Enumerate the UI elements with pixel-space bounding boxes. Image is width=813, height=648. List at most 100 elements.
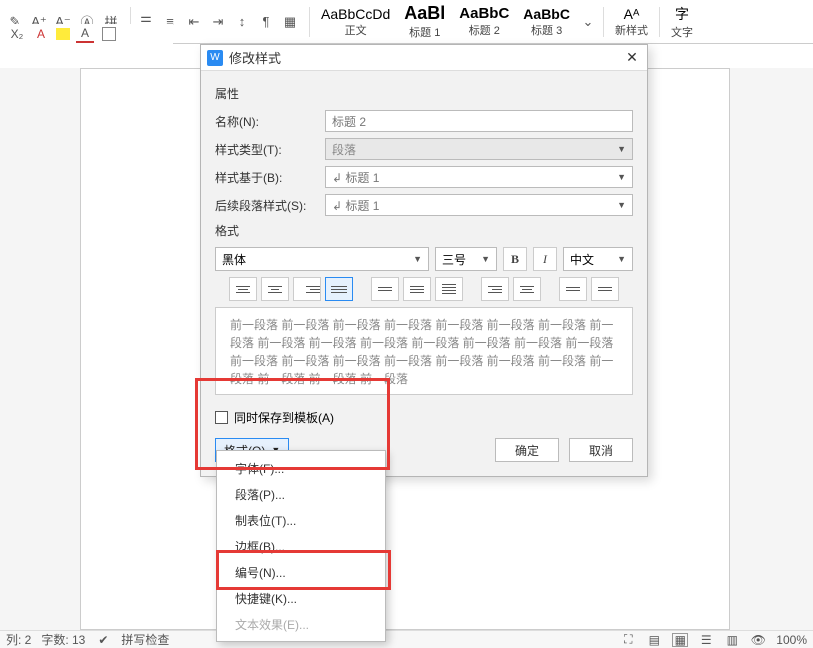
styles-more-icon[interactable]: ⌄ bbox=[577, 11, 599, 33]
bold-button[interactable]: B bbox=[503, 247, 527, 271]
chevron-down-icon: ▼ bbox=[481, 254, 490, 264]
font-color-icon[interactable]: A bbox=[32, 25, 50, 43]
eye-icon[interactable]: 👁 bbox=[750, 633, 766, 647]
type-field[interactable]: 段落 ▼ bbox=[325, 138, 633, 160]
indent-inc-button[interactable] bbox=[513, 277, 541, 301]
style-preview: AaBl bbox=[404, 3, 445, 24]
size-select[interactable]: 三号 ▼ bbox=[435, 247, 497, 271]
linespace-2-button[interactable] bbox=[403, 277, 431, 301]
font-color2-icon[interactable]: A bbox=[76, 25, 94, 43]
menu-item-numbering[interactable]: 编号(N)... bbox=[217, 559, 385, 585]
save-template-checkbox[interactable]: 同时保存到模板(A) bbox=[215, 409, 633, 426]
menu-item-shortcut[interactable]: 快捷键(K)... bbox=[217, 585, 385, 611]
next-field[interactable]: ↲ 标题 1 ▼ bbox=[325, 194, 633, 216]
space-before-button[interactable] bbox=[559, 277, 587, 301]
indent-inc-icon[interactable]: ⇥ bbox=[207, 11, 229, 33]
chevron-down-icon: ▼ bbox=[413, 254, 422, 264]
lang-value: 中文 bbox=[570, 251, 594, 268]
highlight-icon[interactable] bbox=[56, 28, 70, 40]
style-preview: AaBbC bbox=[459, 5, 509, 22]
name-label: 名称(N): bbox=[215, 113, 325, 130]
format-menu: 字体(F)... 段落(P)... 制表位(T)... 边框(B)... 编号(… bbox=[216, 450, 386, 642]
status-words: 字数: 13 bbox=[41, 631, 85, 648]
separator bbox=[659, 7, 660, 37]
menu-item-paragraph[interactable]: 段落(P)... bbox=[217, 481, 385, 507]
style-h3[interactable]: AaBbC 标题 3 bbox=[516, 2, 577, 42]
next-label: 后续段落样式(S): bbox=[215, 197, 325, 214]
align-justify-button[interactable] bbox=[325, 277, 353, 301]
paragraph-icon[interactable]: ¶ bbox=[255, 11, 277, 33]
border-icon[interactable]: ▦ bbox=[279, 11, 301, 33]
text-tool-label: 文字 bbox=[671, 24, 693, 40]
props-label: 属性 bbox=[215, 85, 633, 102]
next-value: ↲ 标题 1 bbox=[332, 197, 379, 214]
preview-box: 前一段落 前一段落 前一段落 前一段落 前一段落 前一段落 前一段落 前一段落 … bbox=[215, 307, 633, 395]
lang-select[interactable]: 中文▼ bbox=[563, 247, 633, 271]
space-after-button[interactable] bbox=[591, 277, 619, 301]
menu-item-border[interactable]: 边框(B)... bbox=[217, 533, 385, 559]
style-preview: AaBbCcDd bbox=[321, 6, 390, 22]
checkbox-icon bbox=[215, 411, 228, 424]
align-left-button[interactable] bbox=[229, 277, 257, 301]
dialog-titlebar[interactable]: W 修改样式 ✕ bbox=[201, 45, 647, 71]
style-label: 标题 1 bbox=[409, 24, 440, 40]
preview-sample: b bbox=[230, 392, 618, 395]
size-value: 三号 bbox=[442, 251, 466, 268]
align-right-button[interactable] bbox=[293, 277, 321, 301]
status-spell: 拼写检查 bbox=[121, 631, 169, 648]
linespace-1-button[interactable] bbox=[371, 277, 399, 301]
view-web-icon[interactable]: ▥ bbox=[724, 633, 740, 647]
type-label: 样式类型(T): bbox=[215, 141, 325, 158]
separator bbox=[603, 7, 604, 37]
char-border-icon[interactable] bbox=[100, 25, 118, 43]
separator bbox=[309, 7, 310, 37]
menu-item-font[interactable]: 字体(F)... bbox=[217, 455, 385, 481]
spellcheck-icon[interactable]: ✔ bbox=[95, 633, 111, 647]
base-field[interactable]: ↲ 标题 1 ▼ bbox=[325, 166, 633, 188]
status-zoom[interactable]: 100% bbox=[776, 633, 807, 647]
subscript-icon[interactable]: X₂ bbox=[8, 25, 26, 43]
style-label: 正文 bbox=[345, 22, 367, 38]
cancel-button[interactable]: 取消 bbox=[569, 438, 633, 462]
chevron-down-icon: ▼ bbox=[617, 200, 626, 210]
view-outline-icon[interactable]: ☰ bbox=[698, 633, 714, 647]
style-preview: AaBbC bbox=[523, 6, 570, 22]
ok-label: 确定 bbox=[515, 442, 539, 459]
view-fullscreen-icon[interactable]: ⛶ bbox=[620, 633, 636, 647]
style-normal[interactable]: AaBbCcDd 正文 bbox=[314, 2, 397, 42]
style-h2[interactable]: AaBbC 标题 2 bbox=[452, 2, 516, 42]
view-read-icon[interactable]: ▤ bbox=[646, 633, 662, 647]
indent-dec-button[interactable] bbox=[481, 277, 509, 301]
view-print-icon[interactable]: ▦ bbox=[672, 633, 688, 647]
status-bar: 列: 2 字数: 13 ✔ 拼写检查 ⛶ ▤ ▦ ☰ ▥ 👁 100% bbox=[0, 630, 813, 648]
chevron-down-icon: ▼ bbox=[617, 172, 626, 182]
chevron-down-icon: ▼ bbox=[617, 144, 626, 154]
name-field[interactable]: 标题 2 bbox=[325, 110, 633, 132]
new-style[interactable]: Aᴬ 新样式 bbox=[608, 2, 655, 42]
font-select[interactable]: 黑体 ▼ bbox=[215, 247, 429, 271]
type-value: 段落 bbox=[332, 141, 356, 158]
base-label: 样式基于(B): bbox=[215, 169, 325, 186]
indent-dec-icon[interactable]: ⇤ bbox=[183, 11, 205, 33]
dialog-title: 修改样式 bbox=[229, 48, 623, 67]
italic-button[interactable]: I bbox=[533, 247, 557, 271]
text-tool[interactable]: 字 文字 bbox=[664, 2, 700, 42]
format-label: 格式 bbox=[215, 222, 633, 239]
name-value: 标题 2 bbox=[332, 113, 366, 130]
menu-item-tabs[interactable]: 制表位(T)... bbox=[217, 507, 385, 533]
text-tool-icon: 字 bbox=[675, 4, 689, 24]
sort-icon[interactable]: ↕ bbox=[231, 11, 253, 33]
ok-button[interactable]: 确定 bbox=[495, 438, 559, 462]
save-template-label: 同时保存到模板(A) bbox=[234, 409, 334, 426]
close-icon[interactable]: ✕ bbox=[623, 49, 641, 67]
new-style-label: 新样式 bbox=[615, 22, 648, 38]
style-label: 标题 2 bbox=[469, 22, 500, 38]
style-h1[interactable]: AaBl 标题 1 bbox=[397, 2, 452, 42]
menu-item-texteffect: 文本效果(E)... bbox=[217, 611, 385, 637]
base-value: ↲ 标题 1 bbox=[332, 169, 379, 186]
linespace-3-button[interactable] bbox=[435, 277, 463, 301]
font-value: 黑体 bbox=[222, 251, 246, 268]
align-center-button[interactable] bbox=[261, 277, 289, 301]
status-column: 列: 2 bbox=[6, 631, 31, 648]
cancel-label: 取消 bbox=[589, 442, 613, 459]
